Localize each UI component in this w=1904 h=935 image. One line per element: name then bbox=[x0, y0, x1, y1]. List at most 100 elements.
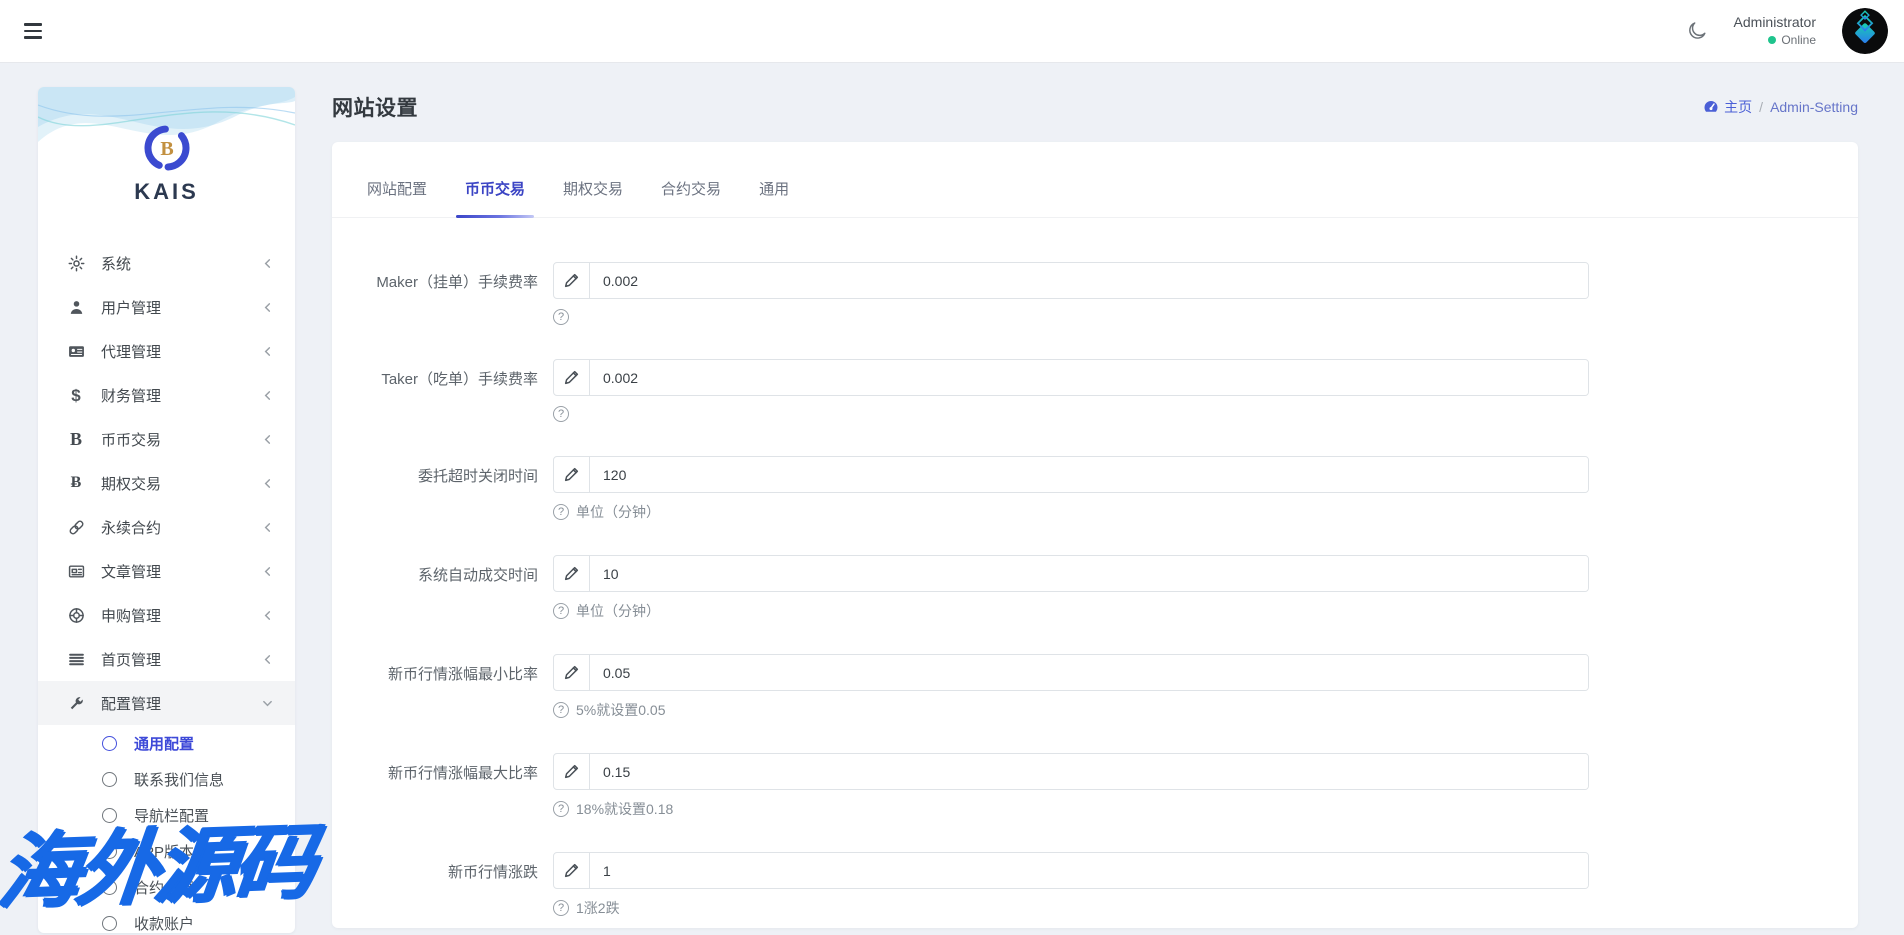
input-taker_fee[interactable] bbox=[590, 360, 1588, 395]
field-hint: ? bbox=[553, 405, 1589, 423]
form-row-maker_fee: Maker（挂单）手续费率? bbox=[332, 262, 1858, 326]
sidebar-item-users[interactable]: 用户管理 bbox=[38, 285, 295, 329]
input-group bbox=[553, 262, 1589, 299]
sidebar-subitem-navbar[interactable]: 导航栏配置 bbox=[38, 797, 295, 833]
chevron-right-icon bbox=[262, 346, 273, 357]
pencil-icon bbox=[554, 853, 590, 888]
help-icon[interactable]: ? bbox=[553, 504, 569, 520]
help-icon[interactable]: ? bbox=[553, 309, 569, 325]
sidebar-item-homepage[interactable]: 首页管理 bbox=[38, 637, 295, 681]
online-status-dot bbox=[1768, 36, 1776, 44]
input-group bbox=[553, 753, 1589, 790]
field-label-auto_deal: 系统自动成交时间 bbox=[332, 555, 538, 621]
sidebar-item-agents[interactable]: 代理管理 bbox=[38, 329, 295, 373]
sidebar-subitem-label: 合约分享 bbox=[134, 877, 194, 898]
field-control: ? bbox=[553, 262, 1589, 326]
pencil-icon bbox=[554, 263, 590, 298]
sidebar-item-label: 期权交易 bbox=[101, 473, 161, 494]
brand-logo-icon: B bbox=[144, 125, 190, 171]
user-icon bbox=[66, 299, 86, 316]
sidebar-subitem-appver[interactable]: APP版本 bbox=[38, 833, 295, 869]
sidebar-item-label: 用户管理 bbox=[101, 297, 161, 318]
sidebar-item-label: 文章管理 bbox=[101, 561, 161, 582]
input-max_rate[interactable] bbox=[590, 754, 1588, 789]
pencil-icon bbox=[554, 457, 590, 492]
input-min_rate[interactable] bbox=[590, 655, 1588, 690]
breadcrumb-home-link[interactable]: 主页 bbox=[1703, 97, 1752, 117]
sidebar-item-articles[interactable]: 文章管理 bbox=[38, 549, 295, 593]
tab-spot[interactable]: 币币交易 bbox=[446, 170, 544, 217]
sidebar-item-options[interactable]: Ƀ期权交易 bbox=[38, 461, 295, 505]
tab-options[interactable]: 期权交易 bbox=[544, 170, 642, 217]
sidebar-item-finance[interactable]: $财务管理 bbox=[38, 373, 295, 417]
sidebar-subitem-label: 联系我们信息 bbox=[134, 769, 224, 790]
svg-text:B: B bbox=[160, 138, 173, 160]
sidebar-subitem-share[interactable]: 合约分享 bbox=[38, 869, 295, 905]
hint-text: 5%就设置0.05 bbox=[576, 700, 665, 720]
sidebar-subitem-general[interactable]: 通用配置 bbox=[38, 725, 295, 761]
dark-mode-toggle-moon-icon[interactable] bbox=[1686, 20, 1708, 42]
bullet-circle-icon bbox=[102, 808, 117, 823]
input-maker_fee[interactable] bbox=[590, 263, 1588, 298]
life-ring-icon bbox=[66, 607, 86, 624]
field-hint: ?单位（分钟） bbox=[553, 502, 1589, 522]
field-hint: ? bbox=[553, 308, 1589, 326]
input-group bbox=[553, 654, 1589, 691]
settings-form: Maker（挂单）手续费率?Taker（吃单）手续费率?委托超时关闭时间?单位（… bbox=[332, 218, 1858, 918]
sidebar-item-spot[interactable]: B币币交易 bbox=[38, 417, 295, 461]
input-auto_deal[interactable] bbox=[590, 556, 1588, 591]
field-hint: ?1涨2跌 bbox=[553, 898, 1589, 918]
sidebar-item-system[interactable]: 系统 bbox=[38, 241, 295, 285]
user-info[interactable]: Administrator Online bbox=[1734, 13, 1816, 48]
settings-card: 网站配置币币交易期权交易合约交易通用 Maker（挂单）手续费率? Taker（吃… bbox=[332, 142, 1858, 928]
sidebar-subitem-payee[interactable]: 收款账户 bbox=[38, 905, 295, 933]
breadcrumb: 主页 / Admin-Setting bbox=[1703, 97, 1858, 117]
list-icon bbox=[66, 651, 86, 668]
sidebar-header: B KAIS bbox=[38, 87, 295, 219]
brand-name: KAIS bbox=[38, 179, 295, 205]
user-name: Administrator bbox=[1734, 13, 1816, 32]
settings-tabs: 网站配置币币交易期权交易合约交易通用 bbox=[332, 142, 1858, 218]
form-row-rise_fall: 新币行情涨跌?1涨2跌 bbox=[332, 852, 1858, 918]
id-card-icon bbox=[66, 343, 86, 360]
help-icon[interactable]: ? bbox=[553, 801, 569, 817]
input-group bbox=[553, 852, 1589, 889]
sidebar-item-label: 币币交易 bbox=[101, 429, 161, 450]
chevron-right-icon bbox=[262, 258, 273, 269]
hamburger-menu-icon[interactable] bbox=[24, 21, 50, 41]
tab-contract[interactable]: 合约交易 bbox=[642, 170, 740, 217]
input-rise_fall[interactable] bbox=[590, 853, 1588, 888]
chevron-right-icon bbox=[262, 610, 273, 621]
breadcrumb-separator: / bbox=[1759, 99, 1763, 115]
sidebar-item-perpetual[interactable]: 永续合约 bbox=[38, 505, 295, 549]
help-icon[interactable]: ? bbox=[553, 406, 569, 422]
sidebar-subitem-label: APP版本 bbox=[134, 841, 194, 862]
field-label-max_rate: 新币行情涨幅最大比率 bbox=[332, 753, 538, 819]
field-control: ? bbox=[553, 359, 1589, 423]
input-order_timeout[interactable] bbox=[590, 457, 1588, 492]
avatar[interactable] bbox=[1842, 8, 1888, 54]
tab-site[interactable]: 网站配置 bbox=[348, 170, 446, 217]
wrench-icon bbox=[66, 695, 86, 712]
pencil-icon bbox=[554, 360, 590, 395]
help-icon[interactable]: ? bbox=[553, 702, 569, 718]
form-row-max_rate: 新币行情涨幅最大比率 ?18%就设置0.18 bbox=[332, 753, 1858, 819]
bullet-circle-icon bbox=[102, 736, 117, 751]
pencil-icon bbox=[554, 754, 590, 789]
help-icon[interactable]: ? bbox=[553, 900, 569, 916]
breadcrumb-current[interactable]: Admin-Setting bbox=[1770, 99, 1858, 115]
sidebar-item-label: 配置管理 bbox=[101, 693, 161, 714]
sidebar-item-label: 永续合约 bbox=[101, 517, 161, 538]
sidebar-item-config[interactable]: 配置管理 bbox=[38, 681, 295, 725]
page-header: 网站设置 主页 / Admin-Setting bbox=[332, 92, 1858, 122]
chevron-right-icon bbox=[262, 654, 273, 665]
field-hint: ?18%就设置0.18 bbox=[553, 799, 1589, 819]
sidebar-subitem-contact[interactable]: 联系我们信息 bbox=[38, 761, 295, 797]
help-icon[interactable]: ? bbox=[553, 603, 569, 619]
breadcrumb-home-label: 主页 bbox=[1724, 97, 1752, 117]
chevron-right-icon bbox=[262, 390, 273, 401]
field-label-taker_fee: Taker（吃单）手续费率 bbox=[332, 359, 538, 423]
tab-general[interactable]: 通用 bbox=[740, 170, 808, 217]
sidebar-item-subscribe[interactable]: 申购管理 bbox=[38, 593, 295, 637]
input-group bbox=[553, 456, 1589, 493]
